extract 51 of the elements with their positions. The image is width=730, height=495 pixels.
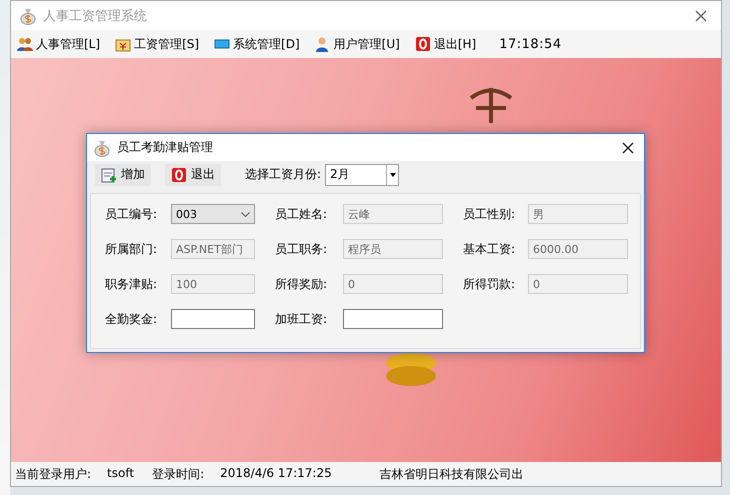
menu-item[interactable]: 系统管理[D] (214, 36, 308, 52)
status-label: 当前登录用户: (15, 466, 92, 482)
exit-icon (171, 166, 187, 182)
menu-item[interactable]: 用户管理[U] (314, 36, 408, 52)
field-label: 职务津贴: (105, 276, 158, 292)
people-icon (17, 36, 33, 52)
employee-id-dropdown[interactable]: 003 (171, 204, 255, 224)
field-label: 所属部门: (105, 240, 158, 258)
month-label: 选择工资月份: (245, 166, 322, 183)
readonly-field: 6000.00 (528, 239, 628, 259)
add-document-icon (101, 166, 117, 182)
toolbar-button[interactable]: 退出 (165, 164, 221, 186)
month-dropdown[interactable]: 2月 (325, 164, 400, 186)
readonly-field: 100 (171, 274, 255, 294)
field-label: 员工姓名: (275, 206, 328, 222)
readonly-field: ASP.NET部门 (171, 239, 255, 259)
readonly-field: 云峰 (343, 204, 443, 224)
dropdown-arrow-icon (390, 172, 396, 176)
input-field[interactable] (343, 309, 443, 329)
exit-icon (414, 36, 431, 52)
status-label: 吉林省明日科技有限公司出 (380, 466, 524, 482)
chevron-down-icon (241, 212, 250, 216)
field-label: 所得罚款: (463, 276, 516, 292)
money-bag-icon (19, 6, 37, 24)
readonly-field: 0 (343, 274, 443, 294)
coins-drawing (386, 353, 438, 387)
field-label: 全勤奖金: (105, 310, 158, 328)
menu-item[interactable]: 退出[H] (414, 36, 484, 52)
menu-item[interactable]: 工资管理[S] (115, 36, 208, 52)
dialog-title: 员工考勤津贴管理 (117, 139, 213, 156)
field-label: 基本工资: (463, 240, 516, 258)
close-icon[interactable] (622, 142, 634, 154)
menu-item[interactable]: 人事管理[L] (17, 36, 108, 52)
field-label: 所得奖励: (275, 276, 328, 292)
window-title: 人事工资管理系统 (43, 8, 147, 24)
field-label: 员工职务: (275, 240, 328, 258)
field-label: 加班工资: (275, 310, 328, 328)
readonly-field: 男 (528, 204, 628, 224)
readonly-field: 程序员 (343, 239, 443, 259)
clock-text: 17:18:54 (499, 36, 562, 52)
status-value: 2018/4/6 17:17:25 (220, 466, 332, 482)
field-label: 员工编号: (105, 206, 158, 222)
toolbar-button[interactable]: 增加 (95, 164, 151, 186)
status-value: tsoft (107, 466, 134, 482)
status-label: 登录时间: (152, 466, 204, 482)
input-field[interactable] (171, 309, 255, 329)
user-icon (314, 36, 331, 52)
calligraphy-drawing (469, 86, 513, 126)
field-label: 员工性别: (463, 206, 516, 222)
money-bag-icon (93, 138, 111, 156)
readonly-field: 0 (528, 274, 628, 294)
